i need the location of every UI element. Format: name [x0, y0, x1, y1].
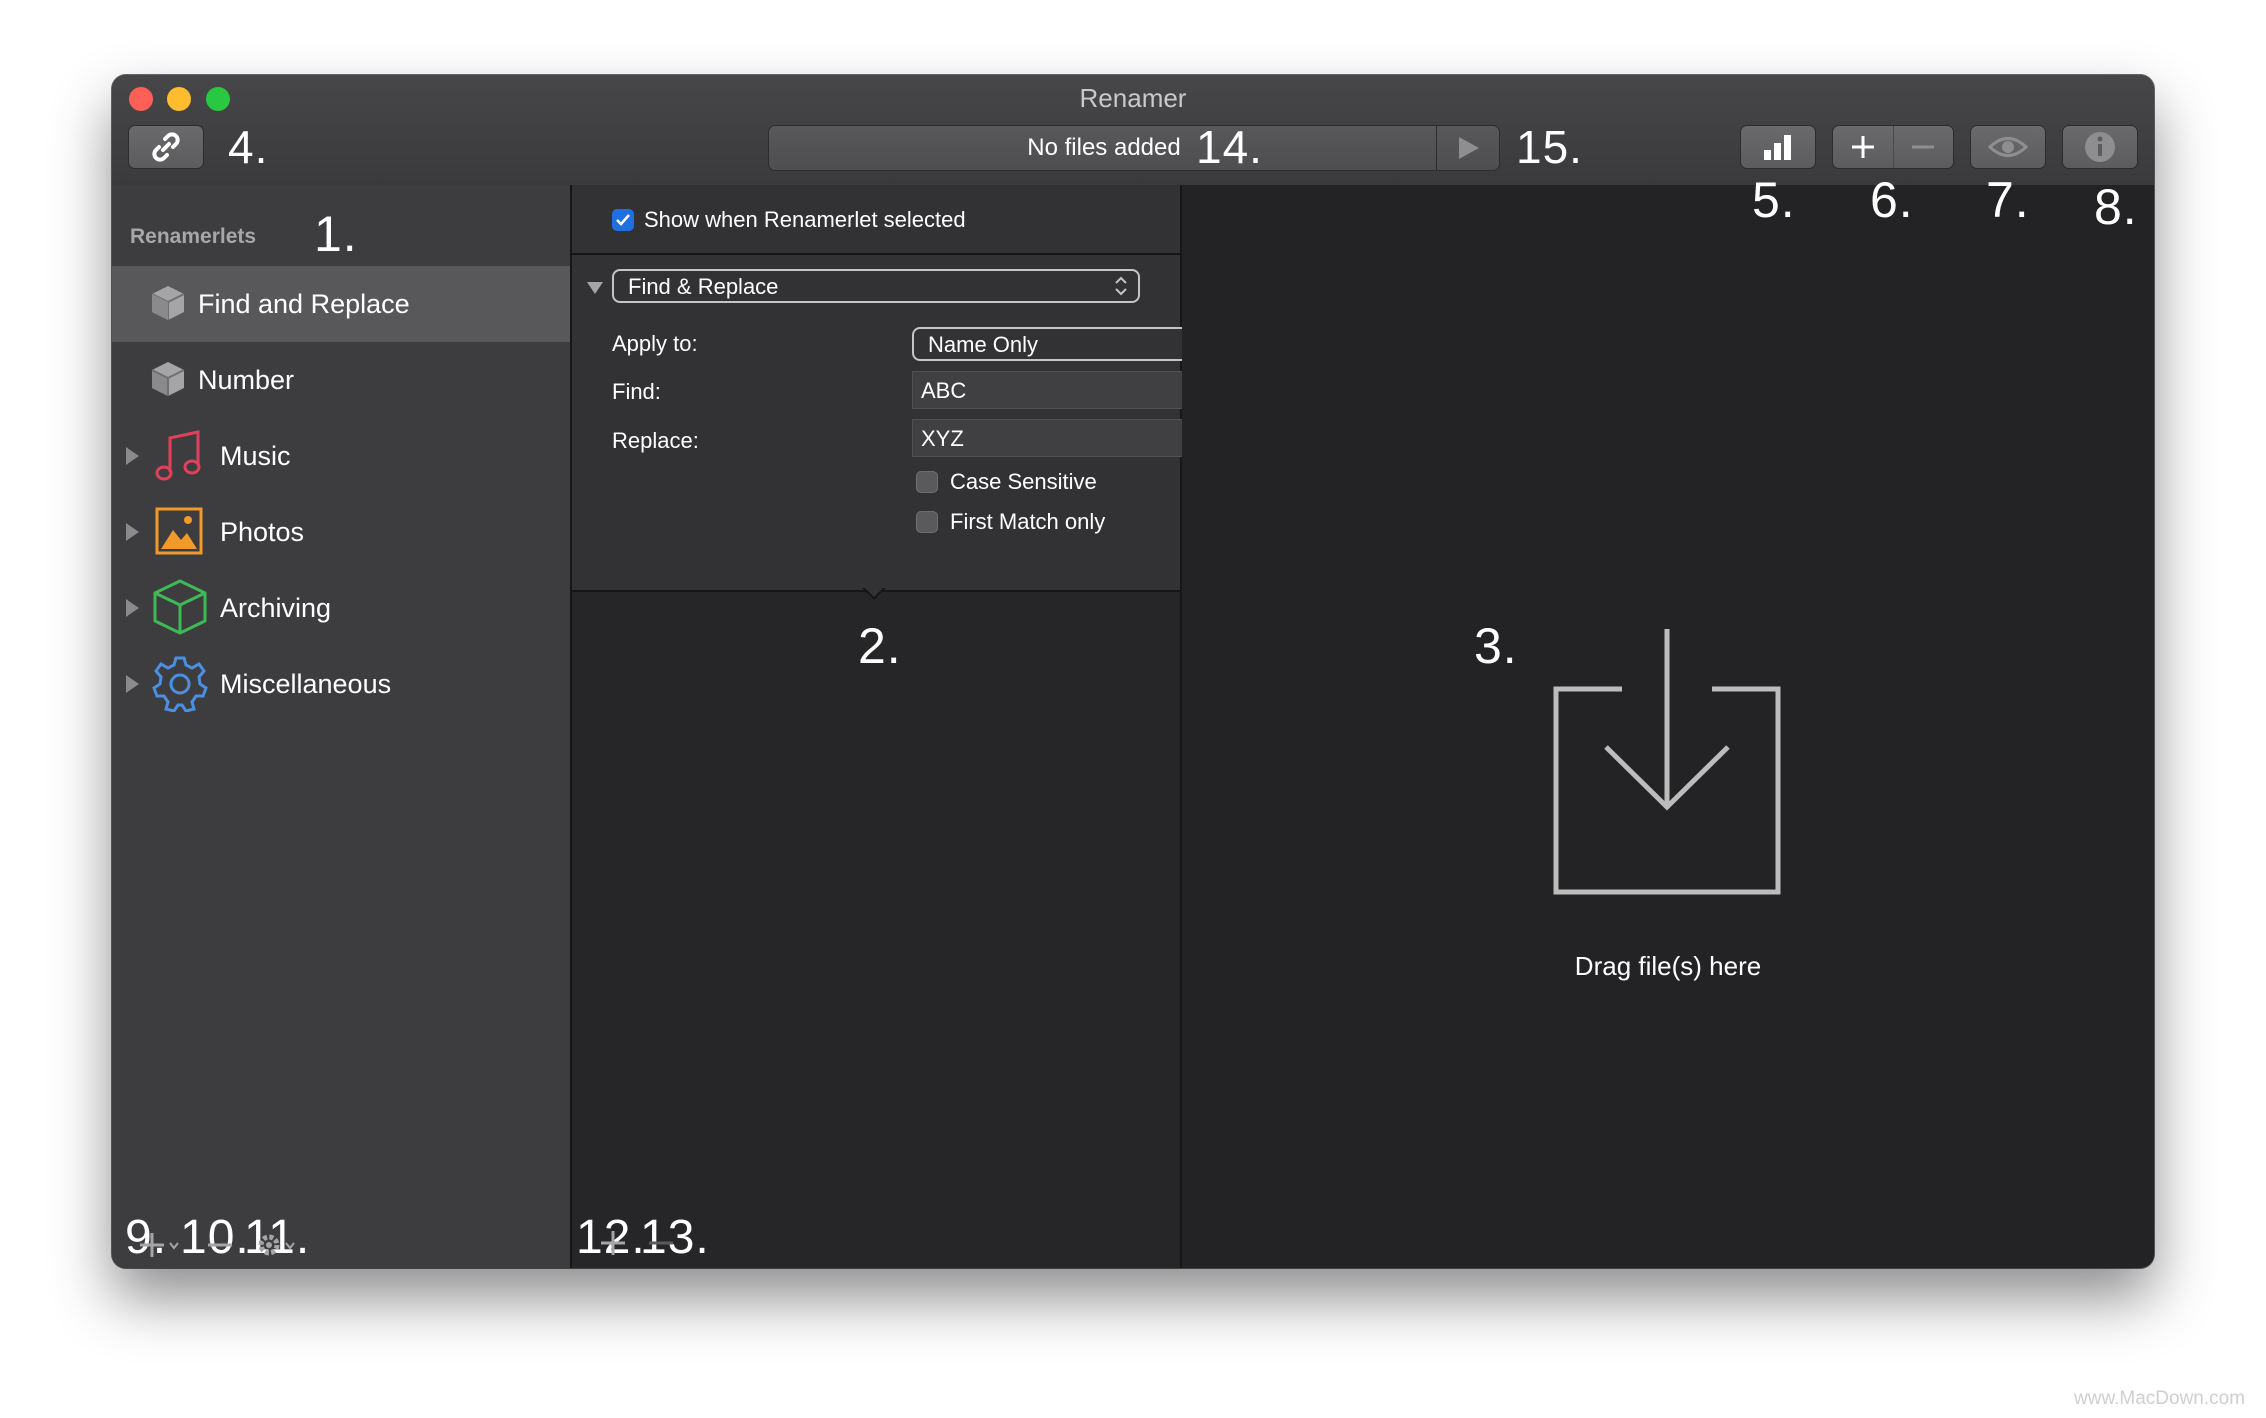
renamerlet-type-value: Find & Replace: [628, 274, 779, 299]
sidebar-item-label: Archiving: [220, 593, 332, 623]
info-button[interactable]: [2062, 125, 2138, 169]
add-files-button[interactable]: [1833, 126, 1894, 168]
minus-icon: [208, 1243, 232, 1247]
sidebar-item-label: Photos: [220, 517, 305, 547]
disclosure-triangle-icon[interactable]: [126, 523, 139, 541]
callout-4: 4.: [228, 121, 269, 173]
statistics-button[interactable]: [1740, 125, 1816, 169]
plus-icon: [1851, 136, 1874, 158]
plus-icon: [601, 1231, 625, 1255]
minus-icon: [1912, 145, 1935, 149]
status-text: No files added: [1027, 134, 1181, 161]
remove-renamerlet-button[interactable]: [206, 1230, 234, 1260]
remove-files-button[interactable]: [1894, 126, 1954, 168]
run-button[interactable]: [1436, 126, 1499, 170]
renamerlet-type-select[interactable]: Find & Replace: [612, 269, 1140, 303]
disclosure-triangle-icon[interactable]: [126, 599, 139, 617]
bar-chart-icon: [1764, 135, 1791, 160]
disclosure-triangle-icon[interactable]: [126, 675, 139, 693]
sidebar-item-photos[interactable]: Photos: [112, 494, 570, 570]
box-icon: [153, 579, 207, 635]
divider: [572, 253, 1180, 255]
first-match-only-label: First Match only: [950, 509, 1106, 534]
collapse-triangle-icon[interactable]: [586, 281, 604, 295]
case-sensitive-checkbox[interactable]: Case Sensitive: [916, 467, 1176, 497]
panel-pointer-fill: [864, 587, 884, 597]
checkbox-unchecked[interactable]: [916, 471, 938, 493]
cube-icon: [151, 286, 185, 320]
sidebar-item-label: Number: [198, 365, 295, 395]
show-when-selected-checkbox[interactable]: Show when Renamerlet selected: [612, 205, 1012, 235]
callout-2: 2.: [858, 618, 902, 674]
sidebar-item-archiving[interactable]: Archiving: [112, 570, 570, 646]
sidebar-item-miscellaneous[interactable]: Miscellaneous: [112, 646, 570, 722]
info-icon: [2085, 132, 2115, 162]
renamerlets-sidebar: Renamerlets 1. Find and Replace Number M…: [112, 185, 572, 1268]
watermark: www.MacDown.com: [2074, 1388, 2246, 1409]
find-value: ABC: [921, 378, 967, 403]
replace-value: XYZ: [921, 426, 964, 451]
renamerlet-editor: Show when Renamerlet selected Find & Rep…: [572, 185, 1254, 1268]
file-drop-zone[interactable]: 3. 5. 6. 7. 8. Drag file(s) here: [1182, 175, 2154, 1268]
sidebar-header: Renamerlets: [130, 225, 257, 248]
add-action-button[interactable]: [598, 1228, 628, 1258]
link-icon: [152, 132, 180, 162]
renamerlet-actions-button[interactable]: [256, 1230, 302, 1260]
sidebar-item-number[interactable]: Number: [112, 342, 570, 418]
title-bar: Renamer 4. No files added 14. 15.: [112, 75, 2154, 187]
preview-button[interactable]: [1970, 125, 2046, 169]
remove-action-button[interactable]: [646, 1228, 676, 1258]
status-bar: No files added: [768, 125, 1500, 171]
apply-to-label: Apply to:: [612, 331, 698, 356]
link-button[interactable]: [128, 125, 204, 169]
sidebar-item-label: Miscellaneous: [220, 669, 392, 699]
callout-1: 1.: [314, 206, 358, 262]
callout-3: 3.: [1474, 618, 1518, 674]
play-icon: [1459, 137, 1479, 159]
callout-5: 5.: [1752, 172, 1796, 228]
sidebar-item-label: Find and Replace: [198, 289, 410, 319]
drag-files-here-text: Drag file(s) here: [1574, 951, 1762, 981]
callout-7: 7.: [1986, 172, 2030, 228]
case-sensitive-label: Case Sensitive: [950, 469, 1097, 494]
sidebar-footer: [112, 1218, 570, 1268]
callout-15: 15.: [1516, 121, 1583, 173]
show-when-selected-label: Show when Renamerlet selected: [644, 207, 966, 232]
music-note-icon: [155, 430, 201, 481]
updown-arrows-icon: [1115, 276, 1127, 296]
sidebar-item-label: Music: [220, 441, 291, 471]
add-renamerlet-button[interactable]: [140, 1230, 188, 1260]
callout-14: 14.: [1196, 121, 1263, 173]
first-match-only-checkbox[interactable]: First Match only: [916, 507, 1176, 537]
callout-8: 8.: [2094, 179, 2138, 235]
cube-icon: [151, 362, 185, 396]
window-title: Renamer: [1079, 83, 1187, 113]
eye-icon: [1988, 137, 2028, 157]
replace-label: Replace:: [612, 428, 699, 453]
renamerlet-settings-panel: Show when Renamerlet selected Find & Rep…: [572, 185, 1254, 592]
checkmark-icon: [616, 214, 630, 226]
sidebar-item-find-and-replace[interactable]: Find and Replace: [112, 266, 570, 342]
checkbox-unchecked[interactable]: [916, 511, 938, 533]
photo-icon: [155, 507, 203, 555]
apply-to-value: Name Only: [928, 332, 1039, 357]
minus-icon: [649, 1241, 673, 1245]
renamer-window: Renamer 4. No files added 14. 15. Rename…: [112, 75, 2154, 1268]
callout-6: 6.: [1870, 172, 1914, 228]
disclosure-triangle-icon[interactable]: [126, 447, 139, 465]
checkbox-checked[interactable]: [612, 209, 634, 231]
gear-dropdown-icon: [258, 1234, 295, 1256]
add-remove-files-control: [1832, 125, 1954, 169]
gear-icon: [152, 656, 208, 712]
find-label: Find:: [612, 379, 661, 404]
drop-tray-icon: [1553, 629, 1781, 895]
sidebar-item-music[interactable]: Music: [112, 418, 570, 494]
plus-dropdown-icon: [140, 1233, 179, 1257]
